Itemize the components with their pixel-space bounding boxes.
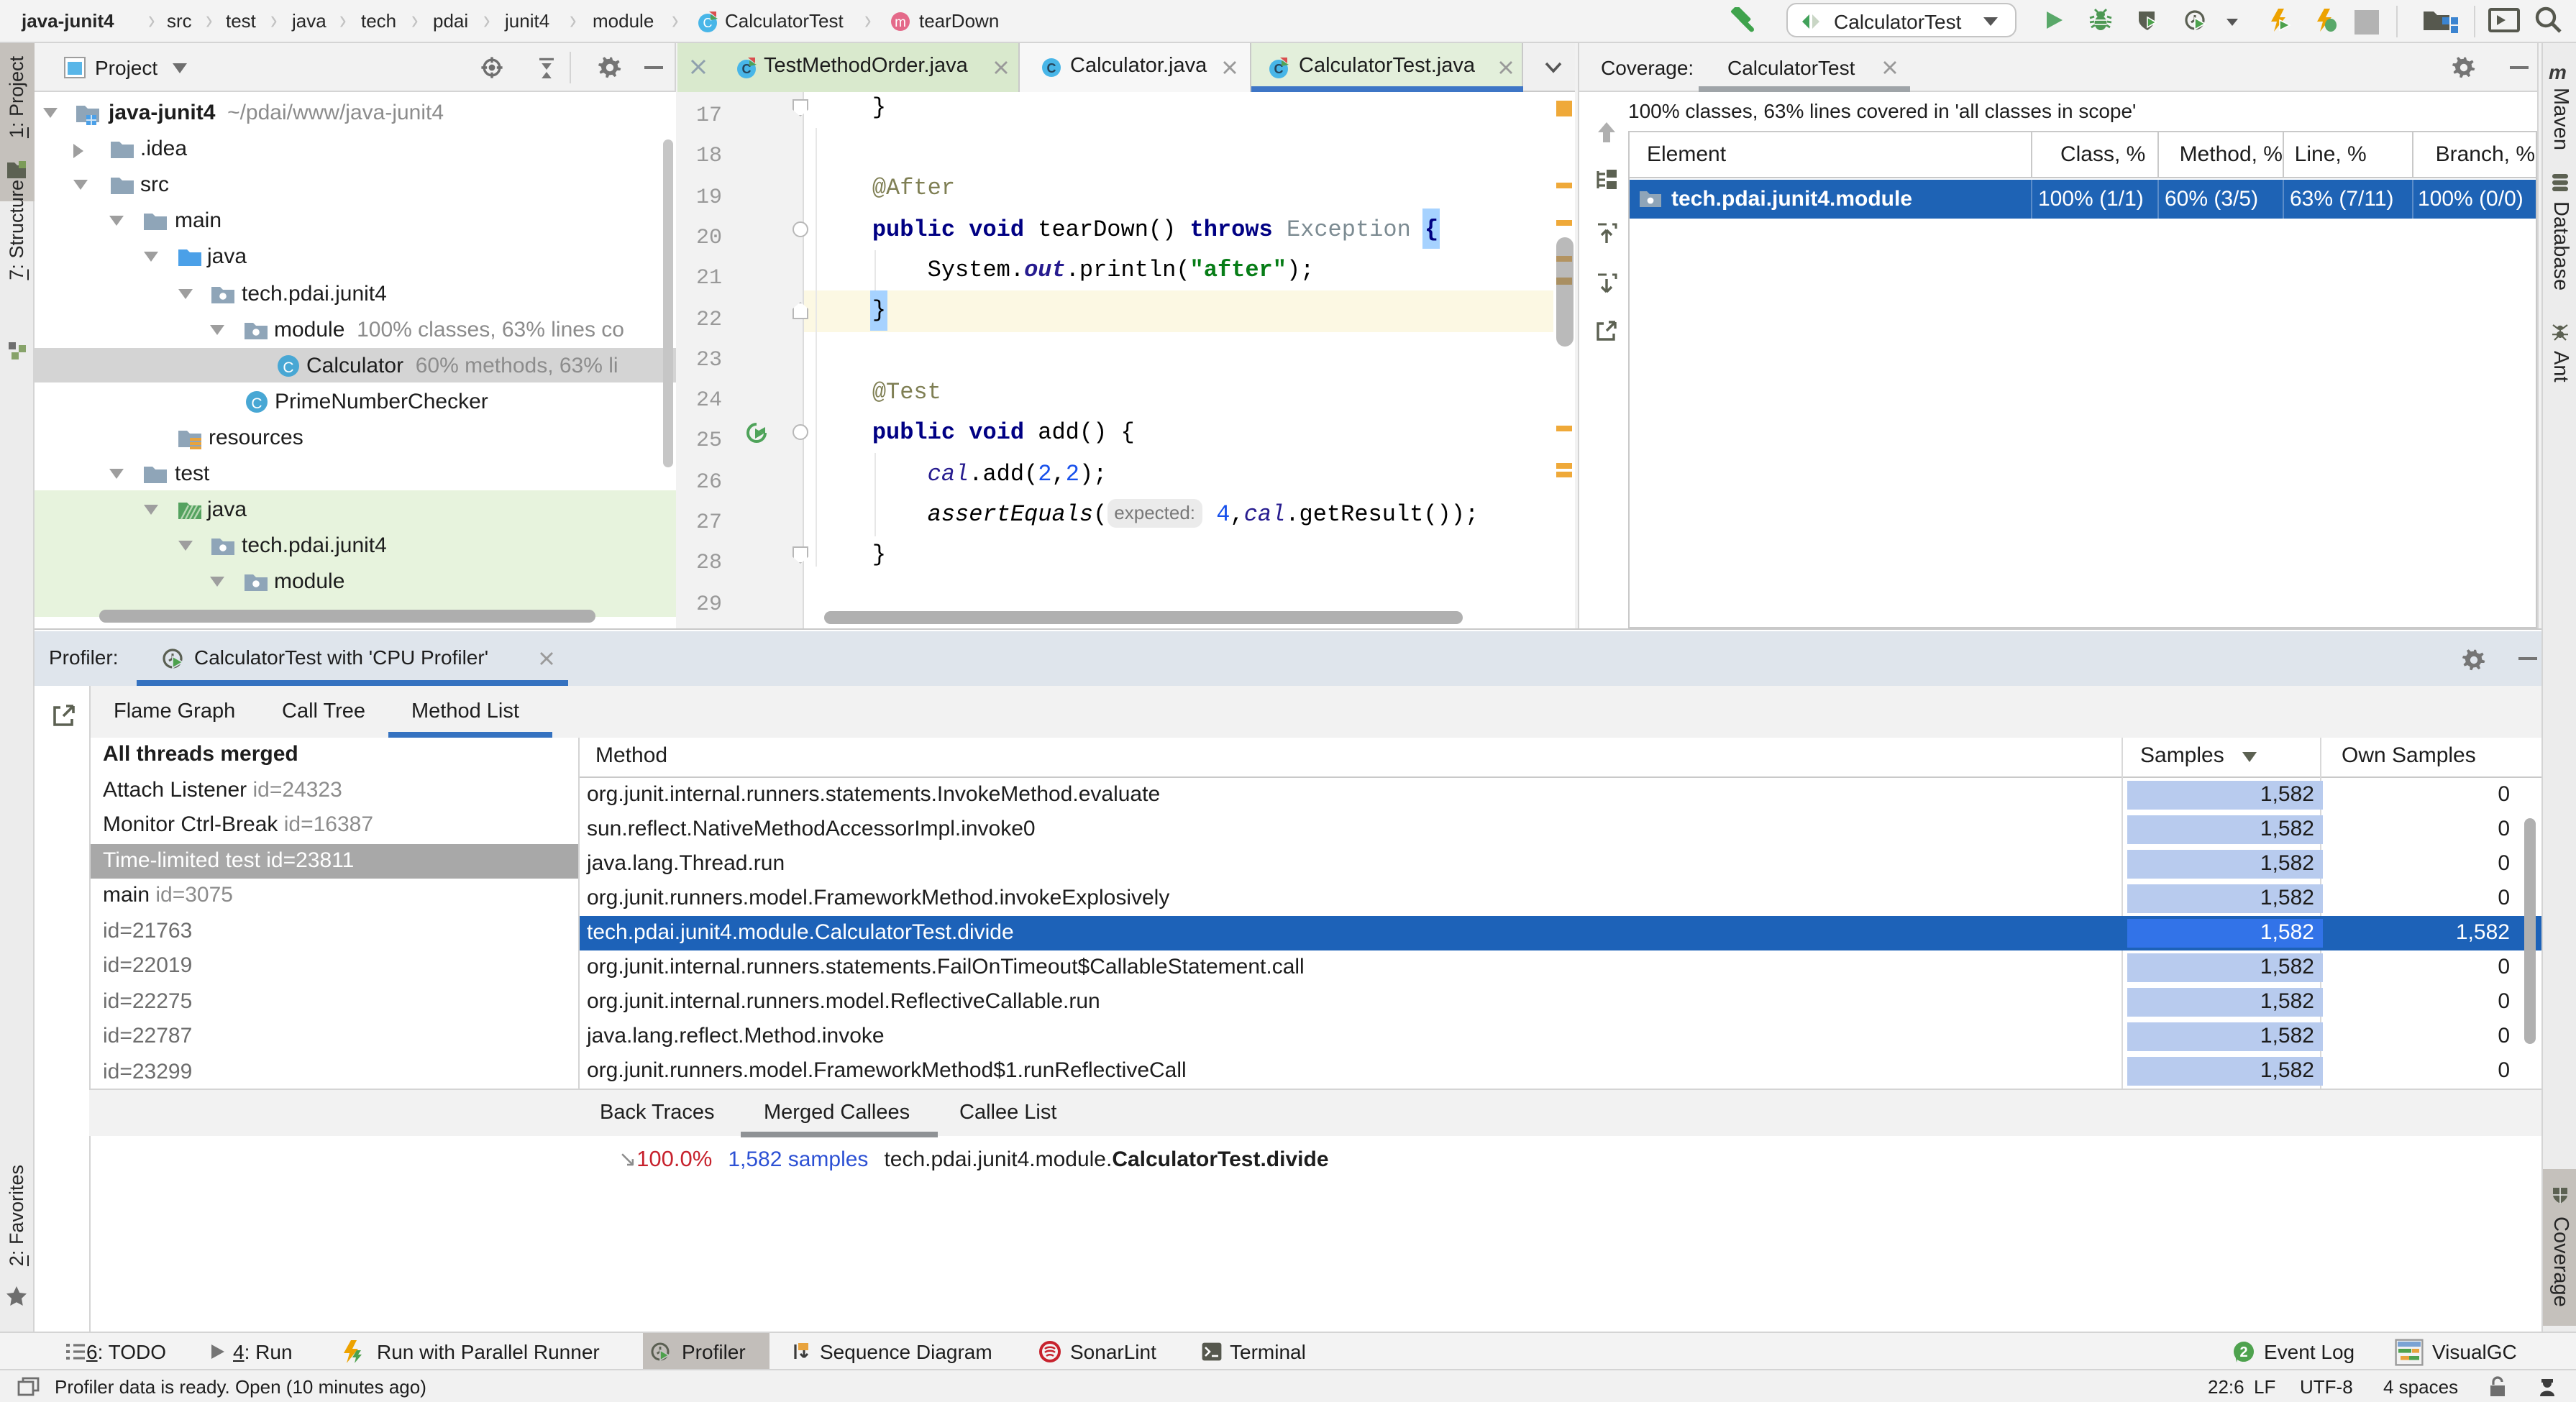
svg-text:C: C	[251, 395, 262, 411]
svg-text:C: C	[1047, 61, 1056, 75]
svg-text:m: m	[895, 15, 906, 30]
svg-text:C: C	[283, 359, 293, 375]
svg-text:2: 2	[2239, 1344, 2247, 1360]
